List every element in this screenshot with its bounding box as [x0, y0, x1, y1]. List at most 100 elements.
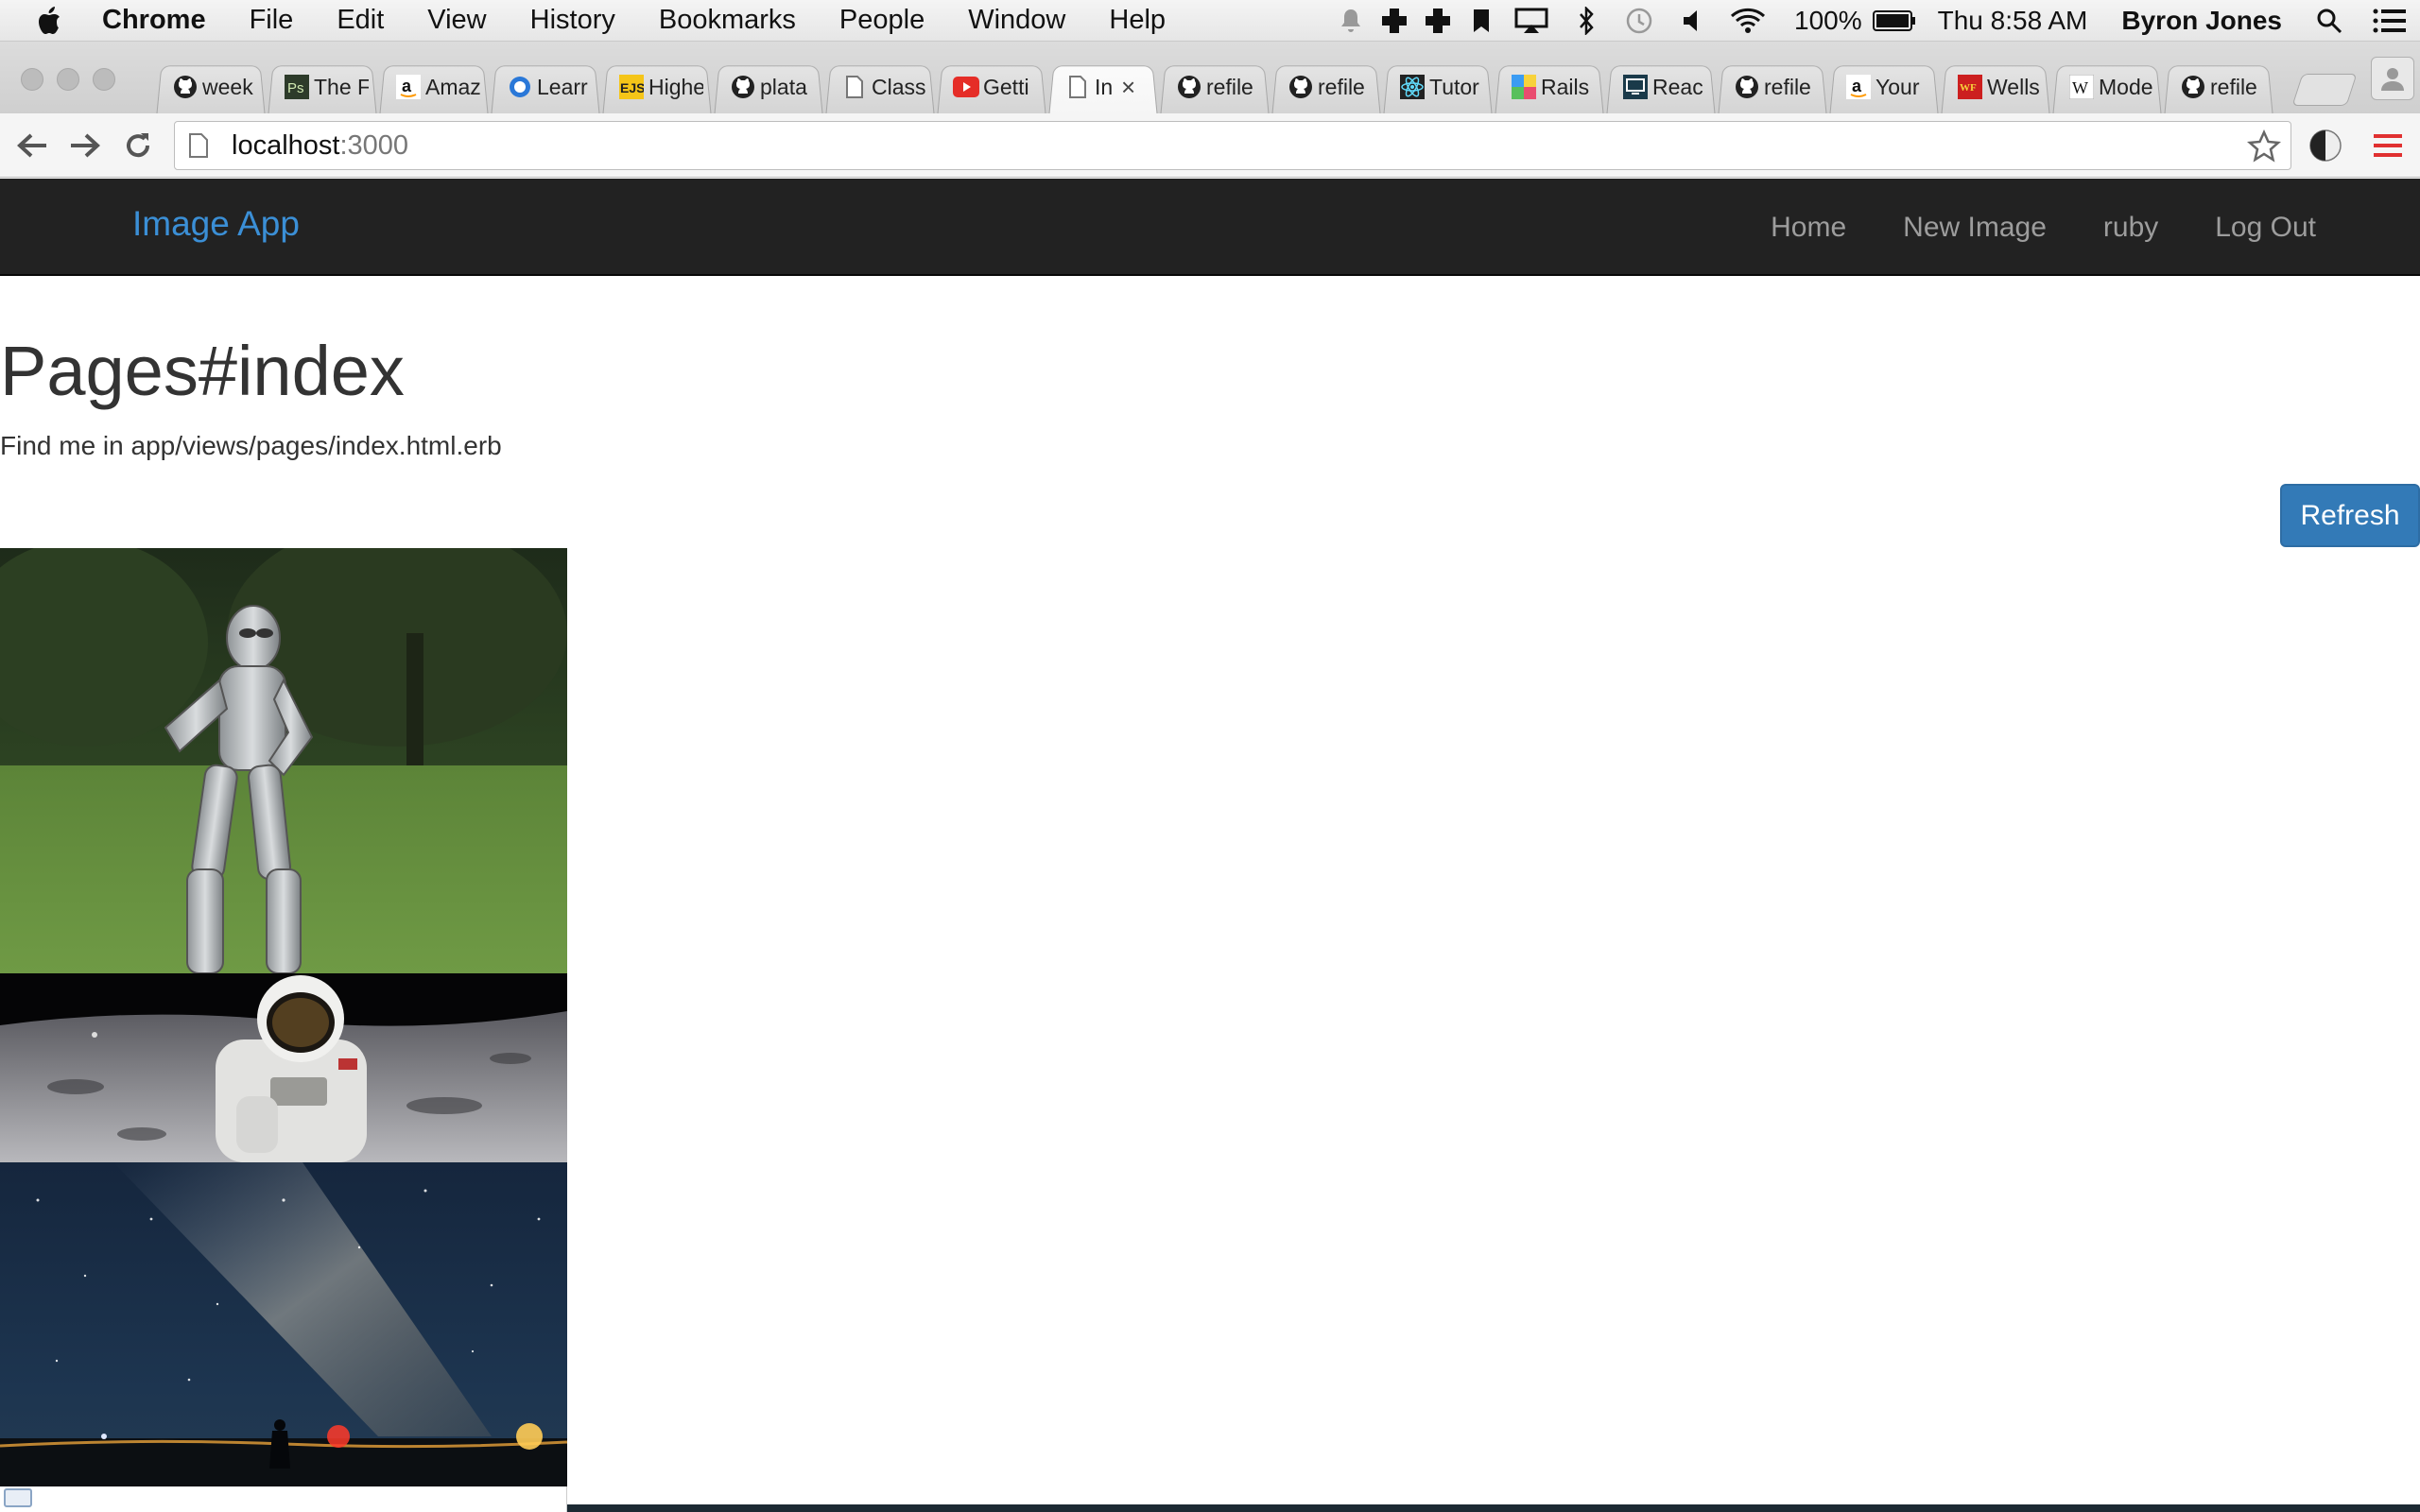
wifi-icon[interactable]: [1719, 0, 1777, 42]
refresh-button[interactable]: Refresh: [2280, 484, 2420, 547]
battery-icon[interactable]: [1868, 0, 1921, 42]
browser-tab[interactable]: a Amaz: [378, 60, 490, 113]
tab-label: plata: [760, 74, 807, 99]
gallery-image-robot[interactable]: [0, 548, 567, 973]
profile-button[interactable]: [2371, 57, 2414, 100]
bluetooth-icon[interactable]: [1560, 0, 1613, 42]
react-icon: [1399, 74, 1426, 100]
close-window-button[interactable]: [21, 68, 43, 91]
screen-icon: [1622, 74, 1649, 100]
extension-contrast-icon[interactable]: [2307, 127, 2344, 164]
menu-history[interactable]: History: [509, 5, 637, 36]
nav-link-home[interactable]: Home: [1771, 212, 1846, 244]
github-icon: [730, 74, 756, 100]
github-icon: [2180, 74, 2206, 100]
reload-button[interactable]: [117, 125, 159, 166]
browser-tab[interactable]: refile: [1717, 60, 1828, 113]
window-controls: [21, 68, 115, 91]
new-tab-button[interactable]: [2291, 74, 2358, 106]
menu-bookmarks[interactable]: Bookmarks: [637, 5, 818, 36]
menu-app-chrome[interactable]: Chrome: [89, 5, 228, 36]
address-url[interactable]: localhost:3000: [232, 130, 408, 162]
browser-tab[interactable]: Class: [824, 60, 936, 113]
bookmark-icon[interactable]: [1460, 0, 1503, 42]
browser-tab[interactable]: EJS Highe: [601, 60, 713, 113]
menu-view[interactable]: View: [406, 5, 508, 36]
browser-tab[interactable]: Getti: [936, 60, 1047, 113]
browser-tab[interactable]: refile: [2163, 60, 2274, 113]
wikipedia-icon: W: [2068, 74, 2095, 100]
tab-label: Getti: [983, 74, 1029, 99]
apple-icon[interactable]: [36, 6, 89, 36]
amazon-icon: a: [1845, 74, 1872, 100]
nav-link-new-image[interactable]: New Image: [1903, 212, 2047, 244]
browser-tab[interactable]: W Mode: [2051, 60, 2163, 113]
close-tab-icon[interactable]: ×: [1121, 73, 1135, 102]
tab-label: Learr: [537, 74, 588, 99]
tab-label: refile: [2210, 74, 2257, 99]
volume-icon[interactable]: [1666, 0, 1719, 42]
plus-cross-icon-2[interactable]: [1416, 0, 1460, 42]
tab-label: The F: [314, 74, 369, 99]
time-machine-icon[interactable]: [1613, 0, 1666, 42]
plus-cross-icon[interactable]: [1373, 0, 1416, 42]
forward-button[interactable]: [64, 125, 106, 166]
person-icon: [2381, 68, 2404, 91]
navbar-brand[interactable]: Image App: [132, 204, 300, 244]
zoom-window-button[interactable]: [93, 68, 115, 91]
gallery-image-night-sky[interactable]: [0, 1162, 567, 1486]
bottom-edge-strip: [567, 1504, 2420, 1512]
broken-image-placeholder[interactable]: [0, 1486, 567, 1512]
battery-percent: 100%: [1794, 6, 1862, 35]
airplay-icon[interactable]: [1503, 0, 1560, 42]
nav-link-log-out[interactable]: Log Out: [2215, 212, 2316, 244]
svg-text:W: W: [2072, 78, 2088, 97]
browser-tab-strip: week Ps The F a Amaz Learr EJS Highe plata Class G…: [0, 42, 2420, 113]
browser-tab[interactable]: In ×: [1047, 60, 1159, 113]
menubar-clock[interactable]: Thu 8:58 AM: [1921, 6, 2105, 36]
menu-people[interactable]: People: [818, 5, 946, 36]
menu-edit[interactable]: Edit: [315, 5, 406, 36]
page-icon: [188, 132, 213, 159]
menu-file[interactable]: File: [228, 5, 316, 36]
browser-tab[interactable]: refile: [1270, 60, 1382, 113]
bookmark-star-icon[interactable]: [2246, 129, 2282, 168]
svg-text:a: a: [402, 77, 412, 95]
address-host: localhost: [232, 129, 340, 161]
image-gallery: [0, 548, 567, 1486]
menu-window[interactable]: Window: [946, 5, 1087, 36]
browser-tab[interactable]: plata: [713, 60, 824, 113]
browser-tab[interactable]: Ps The F: [267, 60, 378, 113]
notification-bell-icon[interactable]: [1329, 0, 1373, 42]
browser-tab[interactable]: a Your: [1828, 60, 1940, 113]
forward-arrow-icon: [71, 133, 100, 158]
menu-help[interactable]: Help: [1087, 5, 1187, 36]
menubar-user[interactable]: Byron Jones: [2104, 6, 2299, 36]
github-icon: [1734, 74, 1760, 100]
tab-label: Tutor: [1429, 74, 1479, 99]
svg-text:a: a: [1852, 77, 1862, 95]
youtube-icon: [953, 74, 979, 100]
back-button[interactable]: [11, 125, 53, 166]
navbar-links: Home New Image ruby Log Out: [1714, 179, 2316, 276]
spotlight-search-icon[interactable]: [2299, 0, 2360, 42]
tab-label: Wells: [1987, 74, 2040, 99]
chrome-menu-icon[interactable]: [2369, 127, 2407, 164]
page-icon: [1064, 74, 1091, 100]
browser-tab[interactable]: Learr: [490, 60, 601, 113]
page-subtitle: Find me in app/views/pages/index.html.er…: [0, 431, 502, 460]
address-bar[interactable]: localhost:3000: [174, 121, 2291, 170]
browser-tab[interactable]: week: [155, 60, 267, 113]
gallery-image-astronaut[interactable]: [0, 973, 567, 1162]
browser-tab[interactable]: refile: [1159, 60, 1270, 113]
browser-tab[interactable]: WF Wells: [1940, 60, 2051, 113]
notification-center-icon[interactable]: [2360, 0, 2420, 42]
nav-link-user[interactable]: ruby: [2103, 212, 2158, 244]
svg-text:EJS: EJS: [620, 80, 644, 95]
minimize-window-button[interactable]: [57, 68, 79, 91]
tab-list: week Ps The F a Amaz Learr EJS Highe plata Class G…: [155, 60, 2274, 113]
tab-label: Highe: [648, 74, 703, 99]
browser-tab[interactable]: Tutor: [1382, 60, 1494, 113]
browser-tab[interactable]: Reac: [1605, 60, 1717, 113]
browser-tab[interactable]: Rails: [1494, 60, 1605, 113]
